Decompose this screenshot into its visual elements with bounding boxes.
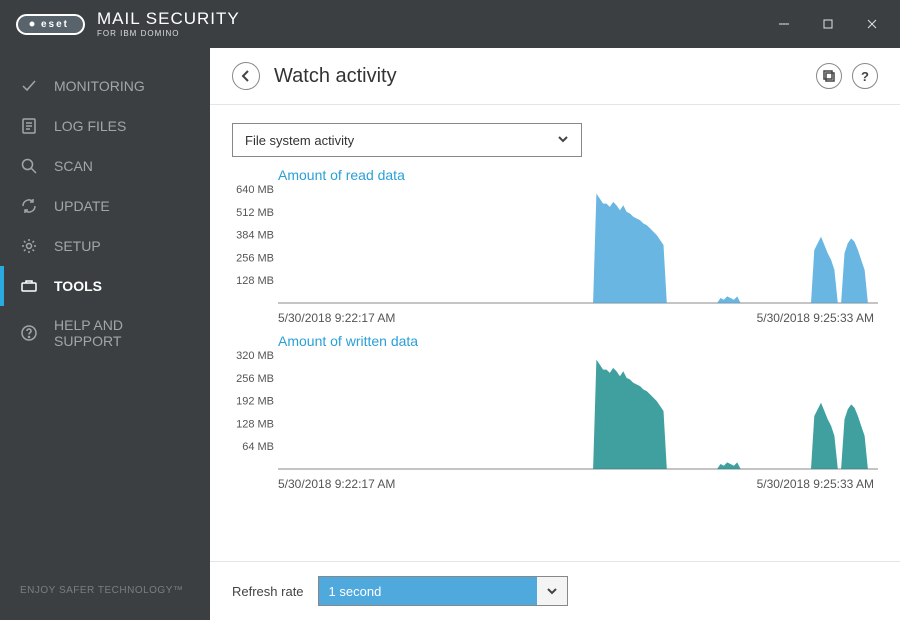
svg-text:192 MB: 192 MB: [236, 396, 274, 408]
chart-time-start: 5/30/2018 9:22:17 AM: [278, 311, 395, 325]
sidebar-item-logfiles[interactable]: LOG FILES: [0, 106, 210, 146]
chart-title: Amount of read data: [278, 167, 878, 183]
sidebar-item-update[interactable]: UPDATE: [0, 186, 210, 226]
brand-logo: eset: [16, 14, 85, 35]
refresh-rate-label: Refresh rate: [232, 584, 304, 599]
svg-text:512 MB: 512 MB: [236, 207, 274, 219]
sidebar-item-label: MONITORING: [54, 78, 145, 94]
chart-time-range: 5/30/2018 9:22:17 AM 5/30/2018 9:25:33 AM: [278, 311, 874, 325]
help-icon: [20, 324, 38, 342]
refresh-icon: [20, 197, 38, 215]
svg-text:320 MB: 320 MB: [236, 350, 274, 362]
tools-icon: [20, 277, 38, 295]
chart-time-start: 5/30/2018 9:22:17 AM: [278, 477, 395, 491]
sidebar-item-label: HELP AND SUPPORT: [54, 317, 190, 349]
sidebar-item-label: SCAN: [54, 158, 93, 174]
charts-container: Amount of read data 640 MB 512 MB 384 MB 256…: [232, 167, 878, 491]
sidebar: MONITORING LOG FILES SCAN UPDATE SETUP T…: [0, 48, 210, 620]
brand-block: eset MAIL SECURITY FOR IBM DOMINO: [16, 10, 240, 38]
sidebar-item-label: UPDATE: [54, 198, 110, 214]
titlebar: eset MAIL SECURITY FOR IBM DOMINO: [0, 0, 900, 48]
brand-pill-text: eset: [41, 19, 69, 30]
svg-text:64 MB: 64 MB: [242, 441, 274, 453]
sidebar-footer: ENJOY SAFER TECHNOLOGY™: [0, 561, 210, 620]
svg-text:128 MB: 128 MB: [236, 418, 274, 430]
back-button[interactable]: [232, 62, 260, 90]
chart-block-0: Amount of read data 640 MB 512 MB 384 MB 256…: [232, 167, 878, 325]
sidebar-item-setup[interactable]: SETUP: [0, 226, 210, 266]
new-window-button[interactable]: [816, 63, 842, 89]
chart-title: Amount of written data: [278, 333, 878, 349]
brand-sub: FOR IBM DOMINO: [97, 29, 240, 38]
logfiles-icon: [20, 117, 38, 135]
sidebar-item-scan[interactable]: SCAN: [0, 146, 210, 186]
sidebar-item-help[interactable]: HELP AND SUPPORT: [0, 306, 210, 360]
main-panel: Watch activity ? File system activity Am…: [210, 48, 900, 620]
help-symbol: ?: [861, 69, 869, 84]
close-button[interactable]: [854, 8, 890, 40]
activity-type-select[interactable]: File system activity: [232, 123, 582, 157]
sidebar-item-label: LOG FILES: [54, 118, 126, 134]
chart-time-range: 5/30/2018 9:22:17 AM 5/30/2018 9:25:33 AM: [278, 477, 874, 491]
footer-row: Refresh rate 1 second: [210, 561, 900, 620]
svg-text:256 MB: 256 MB: [236, 252, 274, 264]
sidebar-item-tools[interactable]: TOOLS: [0, 266, 210, 306]
help-button[interactable]: ?: [852, 63, 878, 89]
window-controls: [766, 8, 890, 40]
refresh-rate-select[interactable]: 1 second: [318, 576, 568, 606]
minimize-button[interactable]: [766, 8, 802, 40]
search-icon: [20, 157, 38, 175]
svg-text:640 MB: 640 MB: [236, 184, 274, 196]
chart-time-end: 5/30/2018 9:25:33 AM: [757, 311, 874, 325]
svg-text:128 MB: 128 MB: [236, 275, 274, 287]
page-header: Watch activity ?: [210, 48, 900, 105]
brand-text: MAIL SECURITY FOR IBM DOMINO: [97, 10, 240, 38]
brand-main: MAIL SECURITY: [97, 10, 240, 27]
sidebar-item-label: SETUP: [54, 238, 101, 254]
activity-type-value: File system activity: [245, 133, 354, 148]
sidebar-item-label: TOOLS: [54, 278, 102, 294]
content: File system activity Amount of read data…: [210, 105, 900, 561]
refresh-rate-value: 1 second: [319, 577, 537, 605]
check-icon: [20, 77, 38, 95]
sidebar-item-monitoring[interactable]: MONITORING: [0, 66, 210, 106]
svg-text:256 MB: 256 MB: [236, 373, 274, 385]
chevron-down-icon: [537, 577, 567, 605]
chart-block-1: Amount of written data 320 MB 256 MB 192 MB…: [232, 333, 878, 491]
chevron-down-icon: [557, 133, 569, 148]
gear-icon: [20, 237, 38, 255]
maximize-button[interactable]: [810, 8, 846, 40]
svg-text:384 MB: 384 MB: [236, 230, 274, 242]
chart-time-end: 5/30/2018 9:25:33 AM: [757, 477, 874, 491]
page-title: Watch activity: [274, 65, 397, 88]
